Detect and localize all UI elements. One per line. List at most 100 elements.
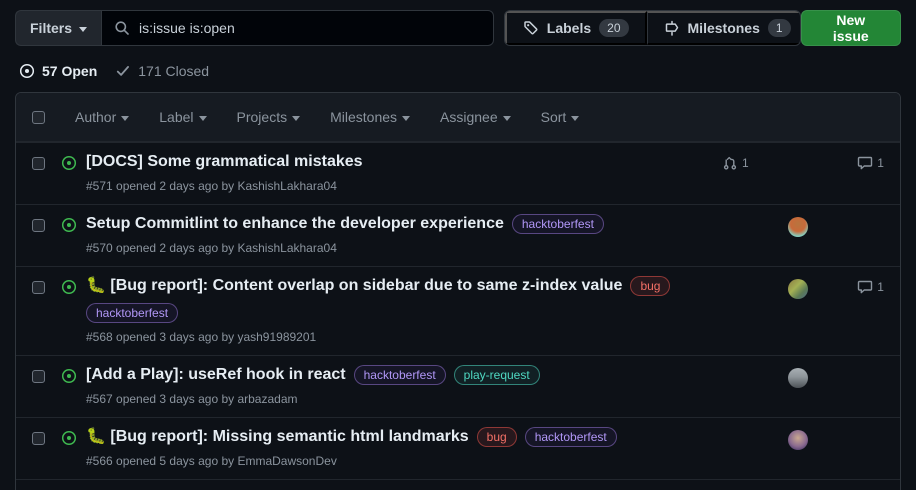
list-filter-bar: Author Label Projects Milestones Assigne… bbox=[75, 109, 579, 125]
select-all-checkbox[interactable] bbox=[32, 111, 45, 124]
comment-count: 1 bbox=[877, 156, 884, 170]
issue-opened-icon bbox=[19, 63, 35, 79]
chevron-down-icon bbox=[121, 116, 129, 121]
closed-issues-toggle[interactable]: 171 Closed bbox=[115, 63, 209, 79]
projects-filter-dropdown[interactable]: Projects bbox=[237, 109, 301, 125]
issue-select-checkbox[interactable] bbox=[32, 157, 45, 170]
issue-title-link[interactable]: 🐛 [Bug report]: Content overlap on sideb… bbox=[86, 276, 622, 296]
issue-side: 1 1 bbox=[712, 155, 884, 171]
issue-select-checkbox[interactable] bbox=[32, 281, 45, 294]
issues-list-header: Author Label Projects Milestones Assigne… bbox=[16, 93, 900, 142]
author-filter-label: Author bbox=[75, 109, 116, 125]
filters-dropdown-button[interactable]: Filters bbox=[15, 10, 101, 46]
comment-count: 1 bbox=[877, 280, 884, 294]
comment-icon bbox=[857, 155, 873, 171]
issue-row: [Add a Play]: useRef hook in react hackt… bbox=[16, 355, 900, 417]
issue-meta: #567 opened 3 days ago by arbazadam bbox=[86, 392, 704, 406]
milestones-filter-label: Milestones bbox=[330, 109, 397, 125]
chevron-down-icon bbox=[571, 116, 579, 121]
label-filter-label: Label bbox=[159, 109, 193, 125]
assignee-avatar[interactable] bbox=[788, 279, 808, 299]
issue-select-checkbox[interactable] bbox=[32, 432, 45, 445]
milestone-icon bbox=[664, 20, 680, 36]
avatar-image bbox=[788, 430, 808, 450]
issue-select-checkbox[interactable] bbox=[32, 219, 45, 232]
issue-meta: #566 opened 5 days ago by EmmaDawsonDev bbox=[86, 454, 704, 468]
issue-label[interactable]: bug bbox=[477, 427, 517, 447]
assignee-avatar[interactable] bbox=[788, 217, 808, 237]
issue-label[interactable]: bug bbox=[630, 276, 670, 296]
labels-count-badge: 20 bbox=[599, 19, 628, 37]
assignee-avatar[interactable] bbox=[788, 368, 808, 388]
chevron-down-icon bbox=[292, 116, 300, 121]
comment-count-button[interactable]: 1 bbox=[857, 155, 884, 171]
issue-label[interactable]: hacktoberfest bbox=[86, 303, 178, 323]
issue-title-link[interactable]: Setup Commitlint to enhance the develope… bbox=[86, 214, 504, 234]
avatar-image bbox=[788, 217, 808, 237]
filters-label: Filters bbox=[30, 20, 72, 36]
projects-filter-label: Projects bbox=[237, 109, 288, 125]
issues-list: Author Label Projects Milestones Assigne… bbox=[15, 92, 901, 490]
labels-button[interactable]: Labels 20 bbox=[505, 11, 647, 45]
issue-side: 1 bbox=[712, 279, 884, 299]
chevron-down-icon bbox=[503, 116, 511, 121]
issue-title-link[interactable]: [DOCS] Some grammatical mistakes bbox=[86, 152, 363, 172]
linked-pr-indicator[interactable]: 1 bbox=[722, 155, 749, 171]
issues-search-box[interactable] bbox=[101, 10, 494, 46]
issue-main: Setup Commitlint to enhance the develope… bbox=[86, 214, 712, 255]
issue-opened-icon bbox=[61, 368, 77, 384]
issue-row: [DOCS] Some grammatical mistakes #571 op… bbox=[16, 142, 900, 204]
issue-side bbox=[712, 217, 884, 237]
avatar-image bbox=[788, 279, 808, 299]
open-issues-toggle[interactable]: 57 Open bbox=[19, 63, 97, 79]
issue-opened-icon bbox=[61, 279, 77, 295]
issue-opened-icon bbox=[61, 155, 77, 171]
search-icon bbox=[114, 20, 130, 36]
comment-icon bbox=[857, 279, 873, 295]
issue-main: 🐛 [Bug report]: Content overlap on sideb… bbox=[86, 276, 712, 344]
issue-select-checkbox[interactable] bbox=[32, 370, 45, 383]
issue-main: 🐛 [Bug report]: Missing semantic html la… bbox=[86, 427, 712, 468]
labels-label: Labels bbox=[547, 20, 591, 36]
search-input[interactable] bbox=[139, 20, 481, 36]
list-bottom-divider bbox=[16, 479, 900, 490]
assignee-filter-dropdown[interactable]: Assignee bbox=[440, 109, 511, 125]
issues-state-bar: 57 Open 171 Closed bbox=[19, 63, 901, 79]
issue-label[interactable]: hacktoberfest bbox=[512, 214, 604, 234]
issue-side bbox=[712, 430, 884, 450]
sort-filter-dropdown[interactable]: Sort bbox=[541, 109, 580, 125]
closed-count-label: 171 Closed bbox=[138, 63, 209, 79]
milestones-count-badge: 1 bbox=[768, 19, 791, 37]
issue-opened-icon bbox=[61, 217, 77, 233]
author-filter-dropdown[interactable]: Author bbox=[75, 109, 129, 125]
issues-toolbar: Filters Labels 20 Milestones 1 New issue bbox=[0, 0, 916, 46]
chevron-down-icon bbox=[402, 116, 410, 121]
linked-pr-count: 1 bbox=[742, 156, 749, 170]
assignee-avatar[interactable] bbox=[788, 430, 808, 450]
issue-title-link[interactable]: 🐛 [Bug report]: Missing semantic html la… bbox=[86, 427, 469, 447]
issue-title-link[interactable]: [Add a Play]: useRef hook in react bbox=[86, 365, 346, 385]
issue-row: 🐛 [Bug report]: Content overlap on sideb… bbox=[16, 266, 900, 355]
issue-label[interactable]: play-request bbox=[454, 365, 540, 385]
issue-opened-icon bbox=[61, 430, 77, 446]
issue-label[interactable]: hacktoberfest bbox=[354, 365, 446, 385]
comment-count-button[interactable]: 1 bbox=[857, 279, 884, 295]
milestones-button[interactable]: Milestones 1 bbox=[647, 11, 801, 45]
issue-side bbox=[712, 368, 884, 388]
issue-meta: #571 opened 2 days ago by KashishLakhara… bbox=[86, 179, 704, 193]
issue-row: Setup Commitlint to enhance the develope… bbox=[16, 204, 900, 266]
new-issue-button[interactable]: New issue bbox=[801, 10, 901, 46]
sort-filter-label: Sort bbox=[541, 109, 567, 125]
git-pull-request-icon bbox=[722, 155, 738, 171]
issue-main: [Add a Play]: useRef hook in react hackt… bbox=[86, 365, 712, 406]
issue-label[interactable]: hacktoberfest bbox=[525, 427, 617, 447]
label-filter-dropdown[interactable]: Label bbox=[159, 109, 206, 125]
chevron-down-icon bbox=[199, 116, 207, 121]
tag-icon bbox=[523, 20, 539, 36]
issue-meta: #570 opened 2 days ago by KashishLakhara… bbox=[86, 241, 704, 255]
issue-main: [DOCS] Some grammatical mistakes #571 op… bbox=[86, 152, 712, 193]
issue-meta: #568 opened 3 days ago by yash91989201 bbox=[86, 330, 704, 344]
milestones-filter-dropdown[interactable]: Milestones bbox=[330, 109, 410, 125]
milestones-label: Milestones bbox=[688, 20, 760, 36]
check-icon bbox=[115, 63, 131, 79]
